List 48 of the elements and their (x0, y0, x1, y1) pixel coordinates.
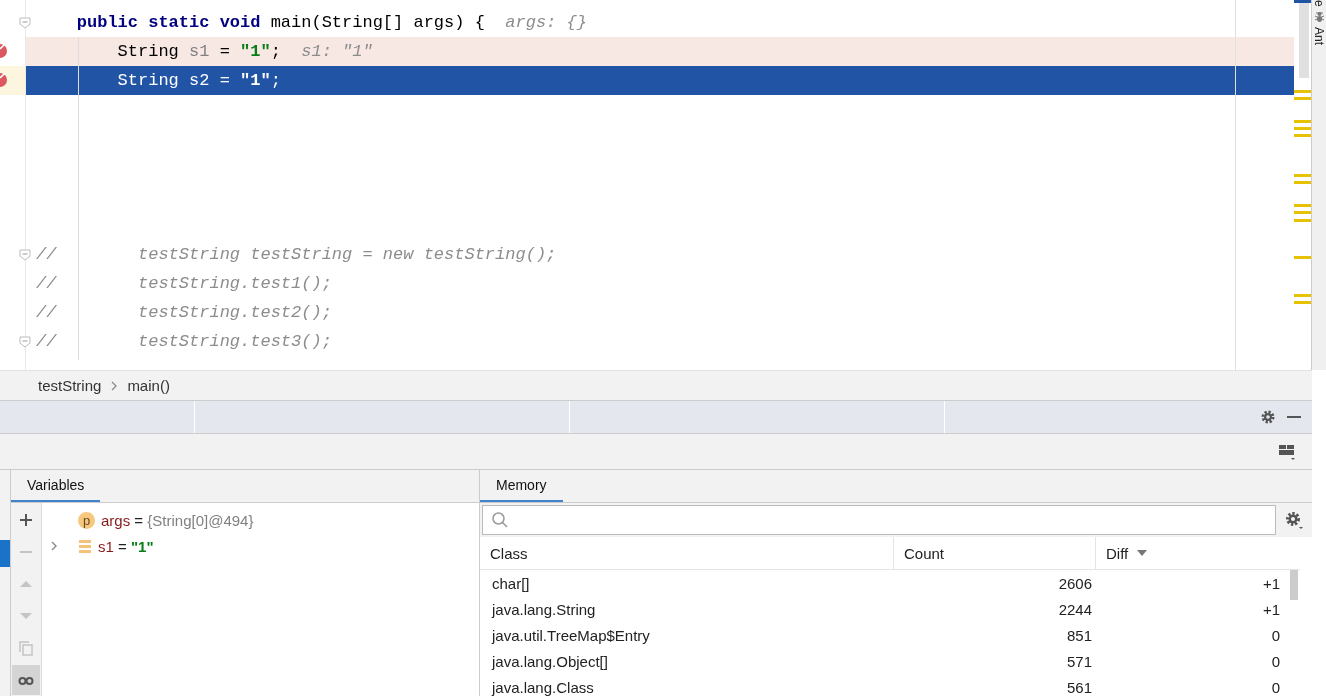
table-cell-text: 851 (1065, 626, 1093, 644)
table-cell-text: java.lang.Class (490, 678, 595, 696)
variable-entry[interactable]: s1 = "1" (98, 537, 154, 555)
table-cell-text: 571 (1065, 652, 1093, 670)
code-line: String s2 = "1"; (116, 71, 281, 90)
table-cell-text: java.lang.Object[] (490, 652, 609, 670)
table-cell-text: 0 (1270, 678, 1281, 696)
table-cell-text: +1 (1261, 574, 1281, 592)
table-cell-text: 0 (1270, 626, 1281, 644)
field-icon (78, 538, 92, 554)
table-cell-text: 2244 (1057, 600, 1093, 618)
table-cell-text: 0 (1270, 652, 1281, 670)
code-line: String s1 = "1"; s1: "1" (116, 42, 373, 61)
table-cell-text: java.lang.String (490, 600, 597, 618)
column-header[interactable]: Diff (1096, 537, 1300, 569)
fold-icon[interactable] (19, 17, 31, 29)
code-line: public static void main(String[] args) { args: {} (75, 13, 587, 32)
search-field[interactable] (482, 505, 1276, 535)
column-header[interactable]: Count (894, 537, 1096, 569)
code-line: // testString.test2(); (36, 303, 332, 322)
table-cell-text: char[] (491, 574, 531, 592)
breadcrumb-item[interactable]: testString (38, 377, 102, 394)
glasses-icon[interactable] (12, 665, 40, 695)
parameter-badge: p (78, 511, 95, 529)
scrollbar-thumb[interactable] (1290, 570, 1298, 600)
breadcrumb-item[interactable]: main() (127, 377, 170, 394)
table-cell-text: +1 (1261, 600, 1281, 618)
search-icon (491, 511, 509, 529)
settings-icon[interactable] (1260, 409, 1276, 425)
table-cell-text: java.util.TreeMap$Entry (490, 626, 651, 644)
breakpoint-icon[interactable] (0, 42, 9, 58)
selection-highlight (0, 540, 10, 567)
code-line: // testString.test3(); (36, 332, 332, 351)
code-line: // testString.test1(); (36, 274, 332, 293)
table-cell-text: 561 (1065, 678, 1093, 696)
tool-window-label[interactable]: Ant (1312, 26, 1326, 45)
tool-window-label[interactable]: e (1312, 0, 1326, 7)
ant-icon[interactable] (1313, 10, 1325, 23)
variable-entry[interactable]: args = {String[0]@494} (101, 511, 254, 529)
table-cell-text: 2606 (1057, 574, 1093, 592)
settings-icon[interactable] (1284, 510, 1304, 530)
breakpoint-icon[interactable] (0, 71, 9, 87)
column-header[interactable]: Class (480, 537, 894, 569)
fold-icon[interactable] (19, 249, 31, 261)
code-line: // testString testString = new testString(); (36, 245, 557, 264)
layout-icon[interactable] (1278, 442, 1296, 461)
chevron-icon (111, 380, 118, 391)
fold-icon[interactable] (19, 336, 31, 348)
